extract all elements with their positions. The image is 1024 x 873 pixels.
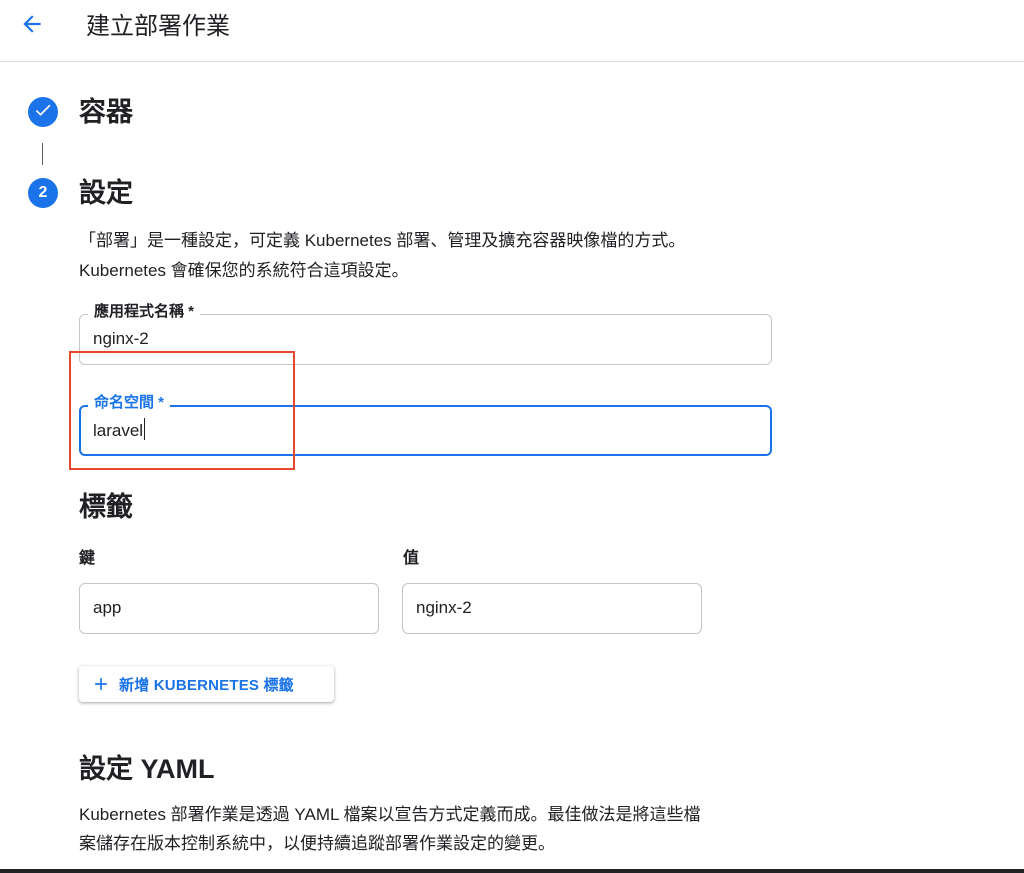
step-number-indicator: 2	[28, 178, 58, 208]
page: 建立部署作業 容器 2 設定 「部署」是一種設定，可定義 Kubernetes …	[0, 0, 1024, 873]
labels-section-title: 標籤	[79, 492, 133, 522]
text-cursor	[144, 418, 146, 440]
back-button[interactable]	[14, 8, 50, 44]
yaml-description-line-1: Kubernetes 部署作業是透過 YAML 檔案以宣告方式定義而成。最佳做法…	[79, 805, 701, 824]
yaml-description: Kubernetes 部署作業是透過 YAML 檔案以宣告方式定義而成。最佳做法…	[79, 800, 779, 858]
label-key-header: 鍵	[79, 550, 96, 567]
step-title-config: 設定	[79, 178, 133, 208]
label-value-header: 值	[403, 550, 420, 567]
config-description-line-2: Kubernetes 會確保您的系統符合這項設定。	[79, 261, 409, 280]
arrow-back-icon	[19, 11, 45, 42]
label-key-field[interactable]: app	[79, 583, 379, 634]
config-description: 「部署」是一種設定，可定義 Kubernetes 部署、管理及擴充容器映像檔的方…	[79, 226, 779, 286]
check-icon	[33, 100, 53, 125]
label-key-input[interactable]: app	[93, 596, 121, 620]
config-description-line-1: 「部署」是一種設定，可定義 Kubernetes 部署、管理及擴充容器映像檔的方…	[79, 231, 686, 250]
namespace-field[interactable]: 命名空間 * laravel	[79, 393, 772, 456]
add-kubernetes-label-button[interactable]: 新增 KUBERNETES 標籤	[79, 666, 334, 702]
step-connector	[42, 143, 43, 165]
page-title: 建立部署作業	[86, 13, 230, 40]
app-name-input[interactable]: nginx-2	[93, 327, 149, 351]
plus-icon	[91, 674, 111, 694]
step-number: 2	[38, 184, 48, 201]
add-label-button-text: 新增 KUBERNETES 標籤	[119, 676, 294, 694]
yaml-description-line-2: 案儲存在版本控制系統中，以便持續追蹤部署作業設定的變更。	[79, 834, 555, 853]
label-value-input[interactable]: nginx-2	[416, 596, 472, 620]
step-completed-indicator	[28, 97, 58, 127]
namespace-input[interactable]: laravel	[93, 421, 143, 440]
app-header: 建立部署作業	[0, 0, 1024, 62]
namespace-input-wrap[interactable]: laravel	[93, 418, 146, 443]
yaml-section-title: 設定 YAML	[79, 754, 215, 784]
step-title-container[interactable]: 容器	[79, 95, 133, 129]
label-value-field[interactable]: nginx-2	[402, 583, 702, 634]
bottom-edge-bar	[0, 869, 1024, 873]
app-name-label: 應用程式名稱 *	[88, 302, 201, 322]
app-name-field[interactable]: 應用程式名稱 * nginx-2	[79, 302, 772, 365]
namespace-label: 命名空間 *	[88, 393, 171, 413]
